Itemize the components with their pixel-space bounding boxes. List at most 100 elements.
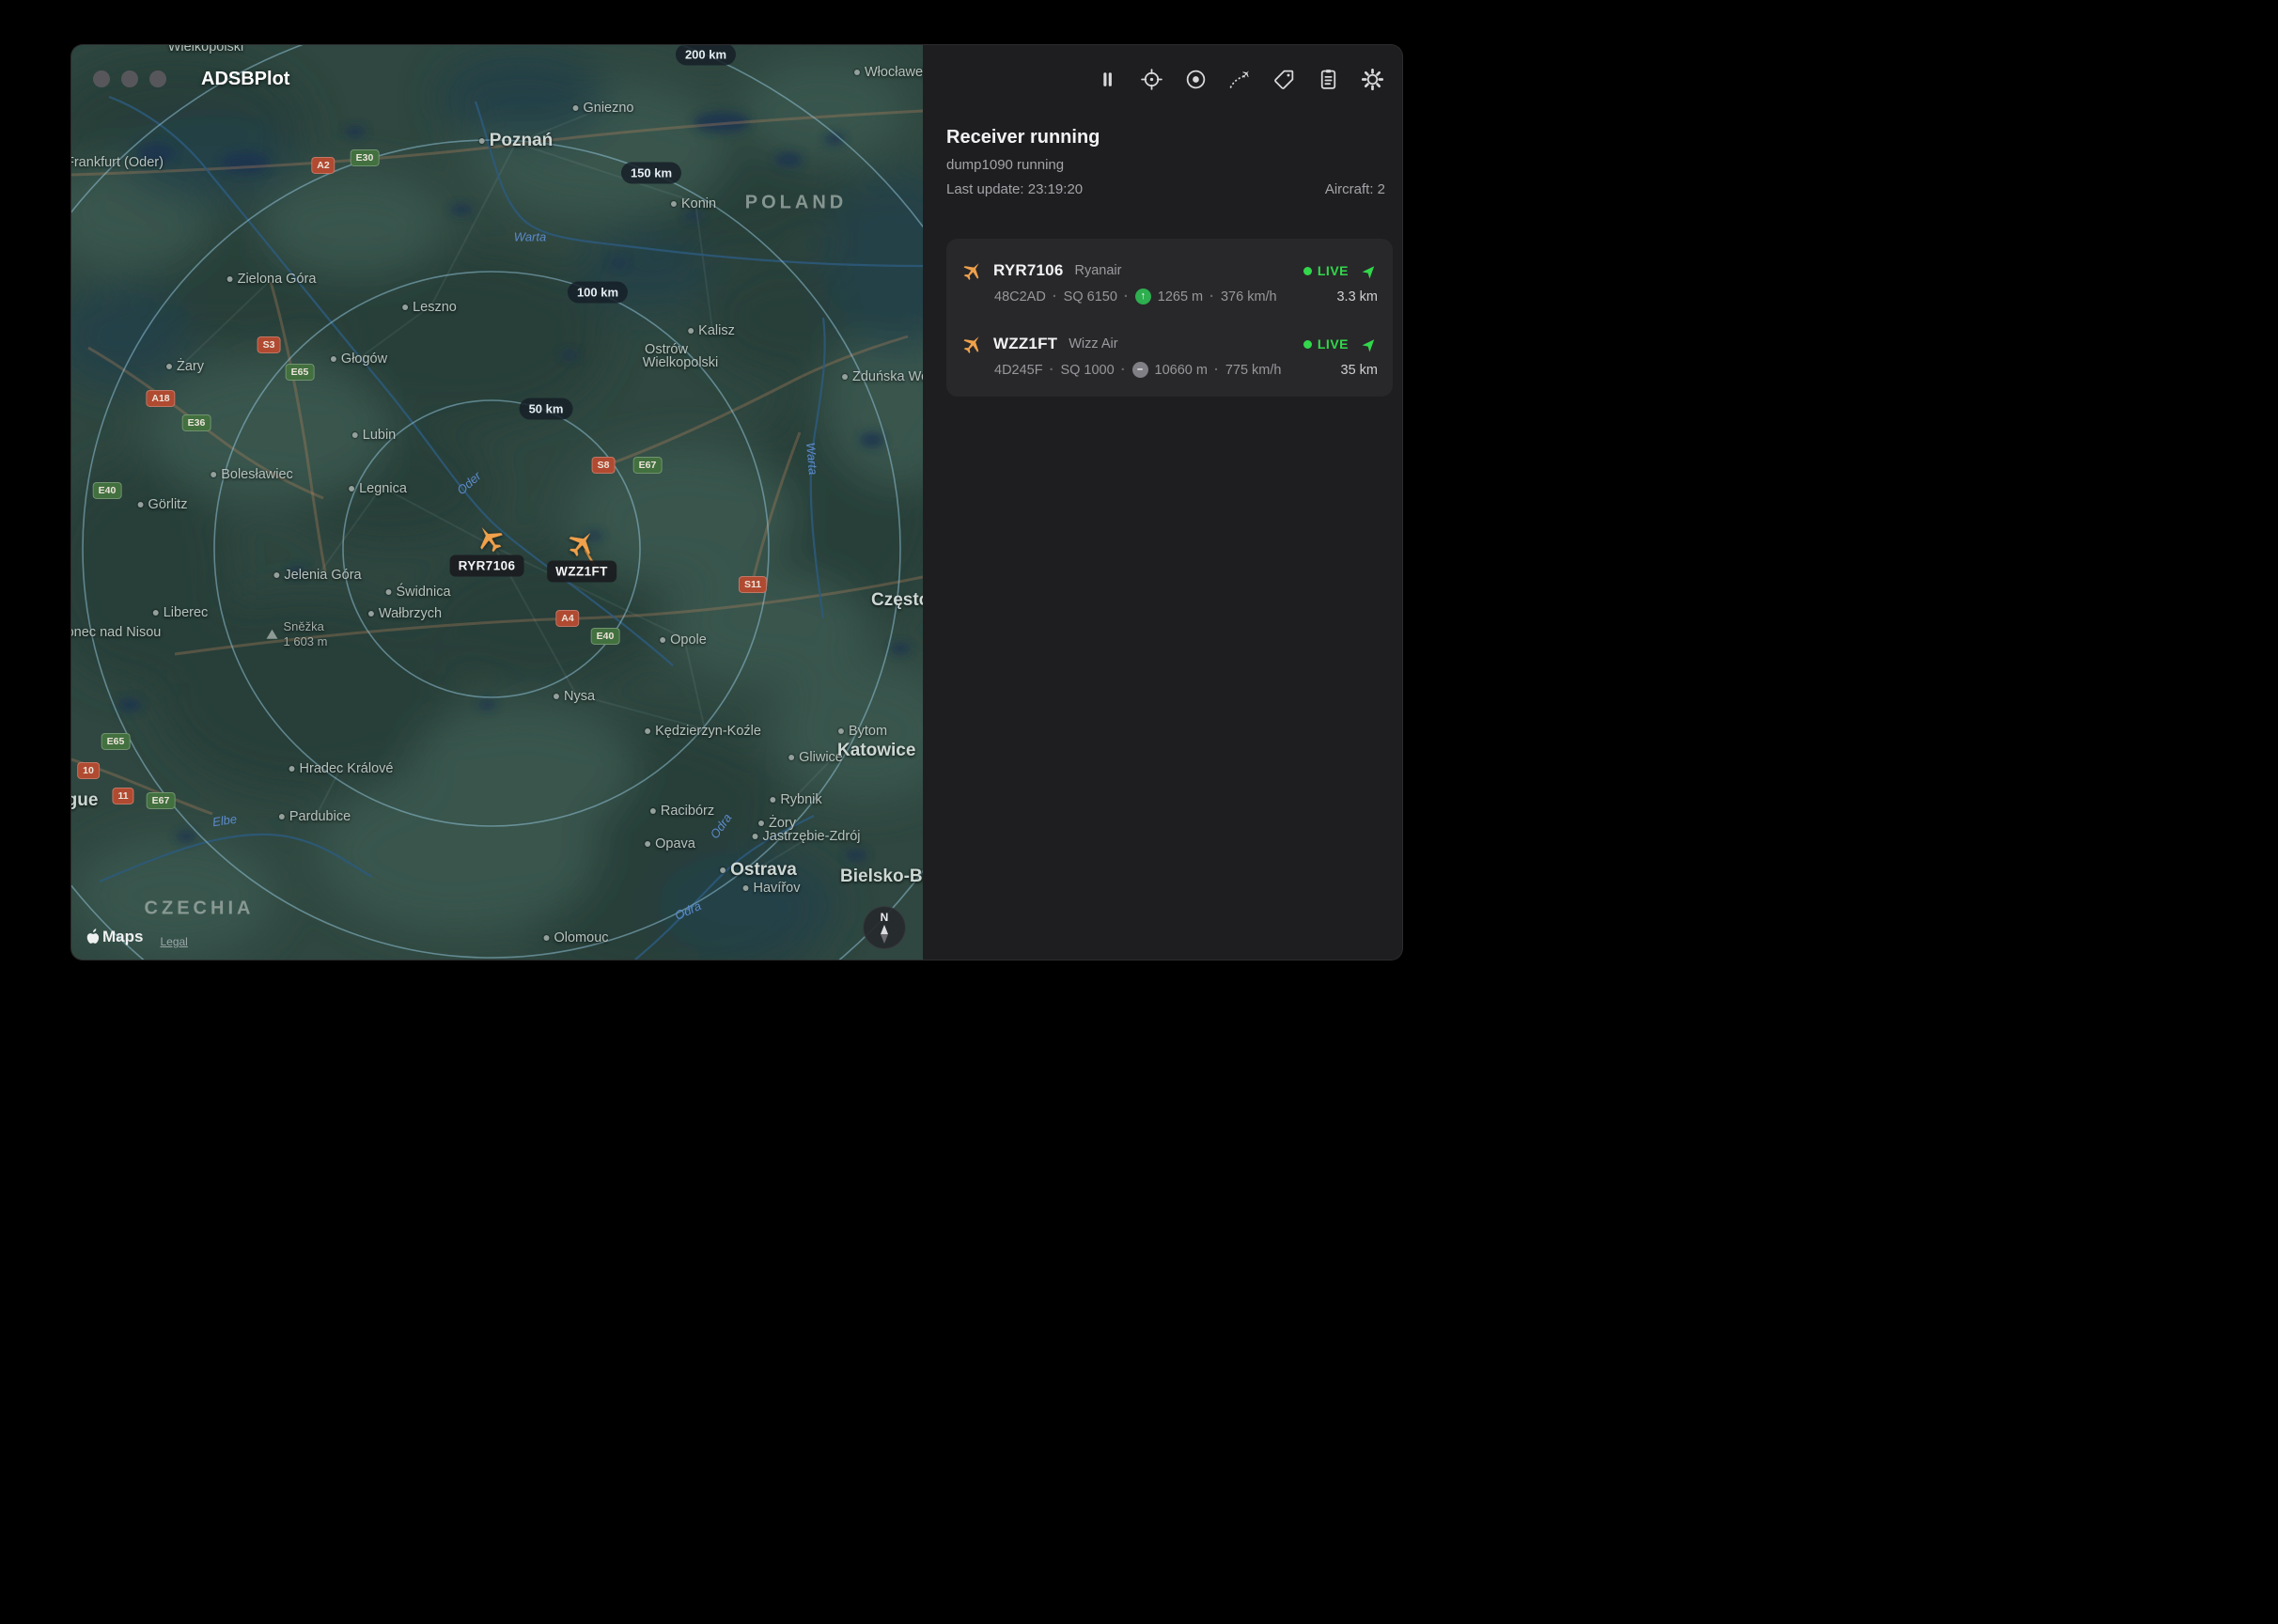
pause-button[interactable]: [1091, 63, 1123, 95]
range-ring-label: 100 km: [568, 282, 628, 304]
scope-icon: [1140, 68, 1163, 91]
settings-button[interactable]: [1356, 63, 1388, 95]
aircraft-airline: Wizz Air: [1069, 336, 1117, 351]
plane-icon: [559, 521, 604, 566]
log-button[interactable]: [1312, 63, 1344, 95]
nav-arrow-icon: [1358, 333, 1381, 355]
map[interactable]: 50 km100 km150 km200 kmPOLANDCZECHIAWart…: [71, 45, 923, 960]
city-label: Opole: [660, 632, 707, 648]
city-label: Żary: [166, 359, 204, 374]
aircraft-row[interactable]: WZZ1FTWizz AirLIVE4D245F·SQ 1000·–10660 …: [946, 318, 1393, 391]
separator-dot: ·: [1124, 289, 1129, 304]
city-label: Gniezno: [572, 101, 633, 116]
level-icon: –: [1132, 362, 1148, 378]
city-dot: [331, 356, 336, 362]
city-name: Poznań: [490, 131, 554, 151]
city-dot: [688, 328, 694, 334]
city-name: Olomouc: [554, 930, 608, 945]
city-name: Racibórz: [661, 804, 714, 819]
aircraft-map-label[interactable]: RYR7106: [450, 555, 524, 577]
city-name: Legnica: [359, 481, 407, 496]
separator-dot: ·: [1053, 289, 1057, 304]
city-label: Kalisz: [688, 323, 735, 338]
road-shield: E36: [182, 414, 211, 431]
receiver-status: Receiver running dump1090 running Last u…: [923, 95, 1402, 197]
road-shield: 11: [112, 788, 133, 804]
city-label: Jelenia Góra: [273, 568, 361, 583]
aircraft-map-label[interactable]: WZZ1FT: [547, 561, 616, 583]
aircraft-speed: 775 km/h: [1225, 363, 1282, 378]
flight-path-button[interactable]: [1224, 63, 1256, 95]
aircraft-squawk: SQ 6150: [1064, 289, 1117, 304]
city-label: Świdnica: [385, 585, 450, 600]
road-shield: E30: [351, 149, 380, 166]
city-dot: [854, 70, 860, 75]
live-dot-icon: [1303, 267, 1312, 275]
city-name: Leszno: [413, 300, 457, 315]
city-dot: [352, 432, 358, 438]
city-name: Gniezno: [583, 101, 633, 116]
range-rings-button[interactable]: [1179, 63, 1211, 95]
aircraft-airline: Ryanair: [1074, 263, 1121, 278]
river-label: Warta: [514, 230, 546, 244]
aircraft-hex: 4D245F: [994, 363, 1043, 378]
labels-button[interactable]: [1268, 63, 1300, 95]
road-shield: A18: [146, 390, 175, 407]
city-name: Konin: [681, 196, 716, 211]
city-label: Pardubice: [279, 809, 351, 824]
area-label: CZECHIA: [145, 898, 255, 920]
city-label: Ostrava: [720, 860, 797, 881]
gear-icon: [1361, 68, 1384, 91]
aircraft-marker[interactable]: [559, 521, 604, 566]
road-shield: S3: [257, 336, 281, 353]
road-shield: E65: [286, 364, 315, 381]
aircraft-altitude: 10660 m: [1155, 363, 1208, 378]
plane-icon: [961, 333, 984, 355]
flight-path-icon: [1228, 68, 1252, 91]
peak-text: Sněžka1 603 m: [284, 619, 328, 650]
city-label: Bytom: [838, 724, 887, 739]
city-label: Prague: [71, 790, 98, 811]
city-dot: [645, 841, 650, 847]
city-dot: [211, 472, 216, 477]
maps-brand-label: Maps: [102, 928, 143, 946]
city-label: Jastrzębie-Zdrój: [753, 829, 861, 844]
aircraft-distance: 3.3 km: [1336, 289, 1378, 304]
road-shield: 10: [77, 762, 100, 779]
city-label: Zielona Góra: [227, 272, 317, 287]
city-name: Liberec: [164, 605, 209, 620]
separator-dot: ·: [1209, 289, 1214, 304]
live-badge: LIVE: [1303, 263, 1349, 278]
city-name: Świdnica: [396, 585, 450, 600]
pause-icon: [1096, 68, 1119, 91]
zoom-button[interactable]: [149, 70, 166, 87]
area-label: POLAND: [745, 193, 847, 214]
city-dot: [720, 867, 726, 873]
minimize-button[interactable]: [121, 70, 138, 87]
city-dot: [572, 105, 578, 111]
river-label: Odra: [673, 898, 704, 923]
aircraft-row[interactable]: RYR7106RyanairLIVE48C2AD·SQ 6150·↑1265 m…: [946, 244, 1393, 318]
separator-dot: ·: [1050, 363, 1054, 378]
city-label: Gliwice: [788, 750, 843, 765]
legal-link[interactable]: Legal: [160, 935, 187, 948]
city-name: Hradec Králové: [300, 761, 394, 776]
city-label: Wałbrzych: [368, 606, 442, 621]
city-name: Wielkopolski: [168, 45, 244, 55]
aircraft-speed: 376 km/h: [1221, 289, 1277, 304]
city-label: Frankfurt (Oder): [71, 155, 164, 170]
compass[interactable]: N: [863, 906, 906, 949]
road-shield: S8: [592, 457, 616, 474]
city-name: Zielona Góra: [238, 272, 317, 287]
aircraft-row-details: 48C2AD·SQ 6150·↑1265 m·376 km/h3.3 km: [994, 289, 1378, 304]
tag-icon: [1272, 68, 1296, 91]
river-label: Elbe: [211, 812, 238, 829]
city-dot: [543, 935, 549, 941]
close-button[interactable]: [93, 70, 110, 87]
status-title: Receiver running: [946, 127, 1385, 148]
city-name: Wielkopolski: [643, 355, 719, 370]
aircraft-hex: 48C2AD: [994, 289, 1046, 304]
road-shield: E67: [633, 457, 663, 474]
range-ring-label: 200 km: [676, 45, 736, 66]
center-scope-button[interactable]: [1135, 63, 1167, 95]
